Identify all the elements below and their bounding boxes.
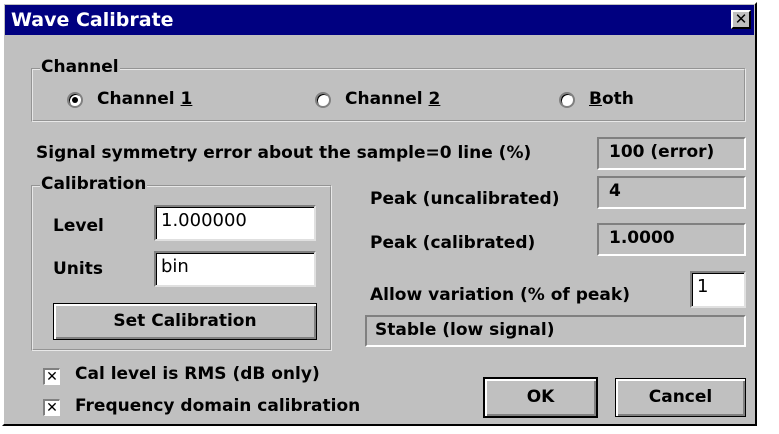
peak-calibrated-readout: 1.0000 <box>597 223 746 256</box>
symmetry-readout: 100 (error) <box>597 137 746 170</box>
variation-label: Allow variation (% of peak) <box>370 285 630 305</box>
peak-uncalibrated-readout: 4 <box>597 176 746 209</box>
status-text: Stable (low signal) <box>375 320 555 340</box>
symmetry-value: 100 (error) <box>609 142 715 162</box>
radio-button-icon[interactable] <box>67 92 83 108</box>
close-icon: ✕ <box>734 10 748 28</box>
radio-button-icon[interactable] <box>559 92 575 108</box>
radio-channel-1-label[interactable]: Channel 1 <box>97 89 192 109</box>
radio-both-label[interactable]: Both <box>589 89 634 109</box>
status-readout: Stable (low signal) <box>365 315 746 347</box>
peak-uncalibrated-label: Peak (uncalibrated) <box>370 189 560 209</box>
checkbox-checked-icon[interactable]: ✕ <box>43 368 60 385</box>
cancel-button[interactable]: Cancel <box>615 378 746 417</box>
variation-input[interactable]: 1 <box>690 271 746 308</box>
units-label: Units <box>53 259 103 279</box>
title-bar[interactable]: Wave Calibrate ✕ <box>5 5 754 35</box>
channel-legend: Channel <box>40 57 120 77</box>
radio-button-icon[interactable] <box>315 92 331 108</box>
peak-calibrated-value: 1.0000 <box>609 228 675 248</box>
calibration-legend: Calibration <box>40 174 148 194</box>
checkbox-cal-level-rms-label[interactable]: Cal level is RMS (dB only) <box>75 364 320 384</box>
ok-button[interactable]: OK <box>483 377 598 418</box>
wave-calibrate-dialog: Wave Calibrate ✕ Channel Channel 1 Chann… <box>0 0 779 434</box>
level-input[interactable]: 1.000000 <box>154 205 316 241</box>
set-calibration-button[interactable]: Set Calibration <box>53 303 317 340</box>
peak-calibrated-label: Peak (calibrated) <box>370 233 536 253</box>
radio-channel-2-label[interactable]: Channel 2 <box>345 89 440 109</box>
radio-selected-dot <box>72 97 78 103</box>
window-title: Wave Calibrate <box>11 9 174 31</box>
close-button[interactable]: ✕ <box>731 10 751 29</box>
peak-uncalibrated-value: 4 <box>609 181 621 201</box>
units-input[interactable]: bin <box>154 251 316 287</box>
symmetry-label: Signal symmetry error about the sample=0… <box>36 143 532 163</box>
checkbox-checked-icon[interactable]: ✕ <box>43 399 60 416</box>
level-label: Level <box>53 216 104 236</box>
checkbox-frequency-domain-label[interactable]: Frequency domain calibration <box>75 396 360 416</box>
